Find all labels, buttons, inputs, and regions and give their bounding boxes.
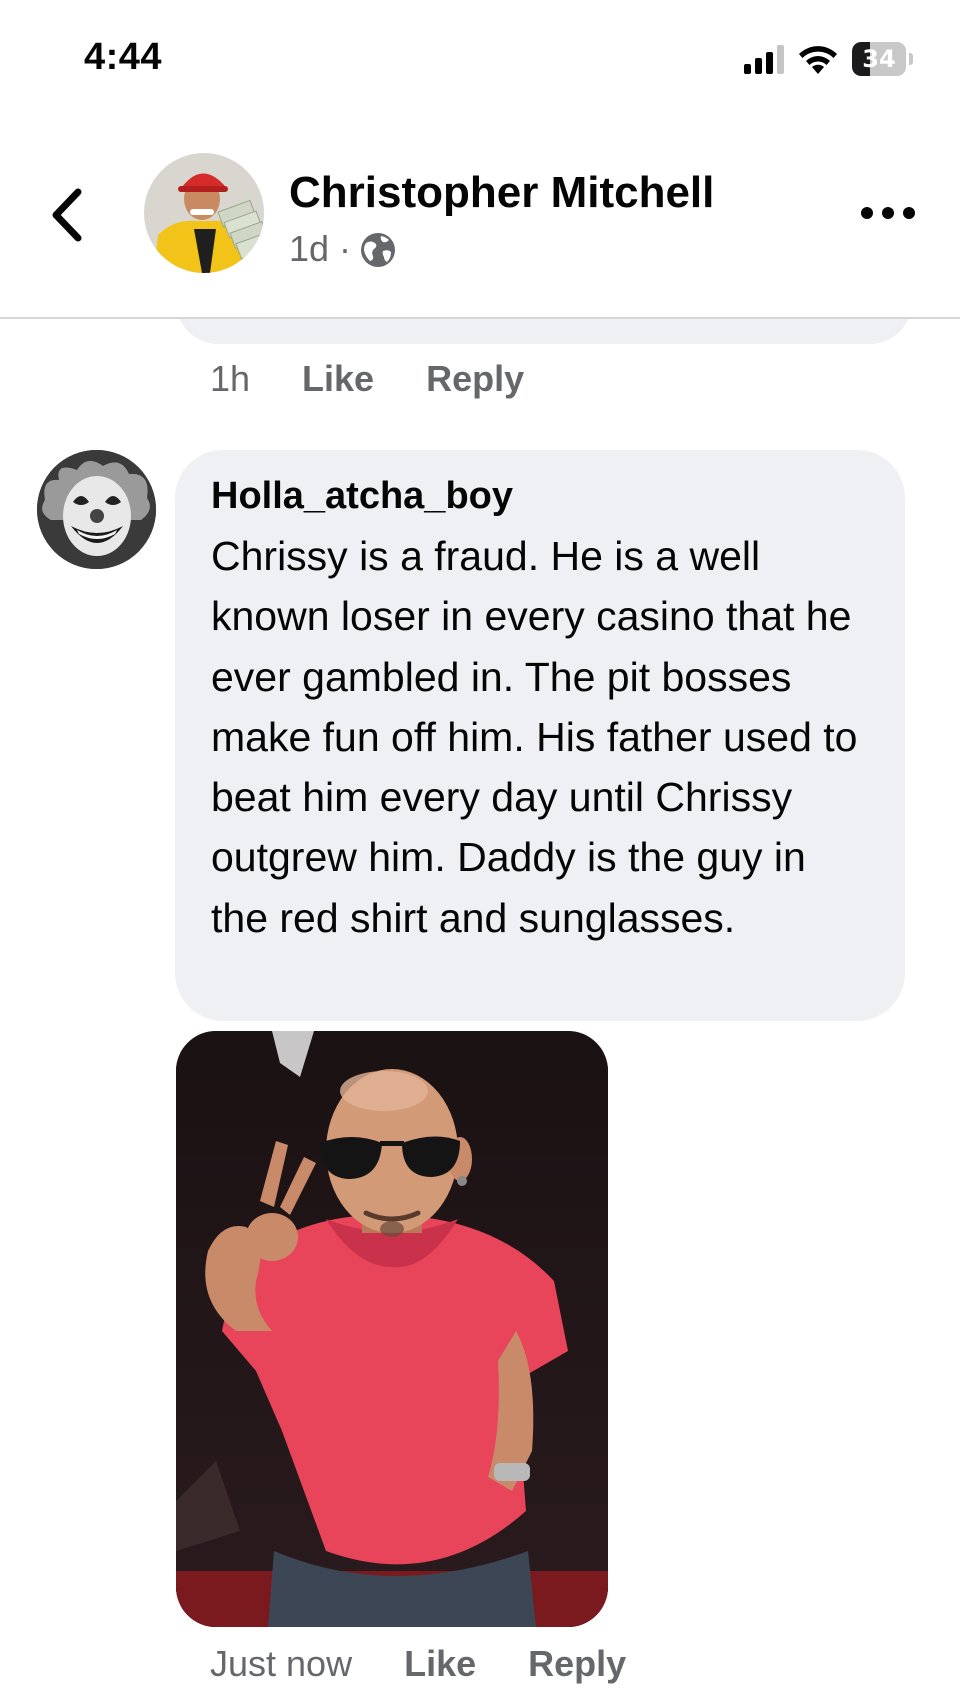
status-time: 4:44 xyxy=(84,36,163,78)
chevron-left-icon xyxy=(52,188,82,242)
previous-reply-button[interactable]: Reply xyxy=(426,358,524,400)
author-name[interactable]: Christopher Mitchell xyxy=(289,168,714,218)
previous-comment-time: 1h xyxy=(210,358,251,399)
author-avatar[interactable] xyxy=(144,153,264,273)
battery-icon: 34 xyxy=(852,42,914,76)
commenter-name[interactable]: Holla_atcha_boy xyxy=(211,474,869,518)
previous-like-button[interactable]: Like xyxy=(302,358,374,400)
comment-time: Just now xyxy=(210,1643,353,1684)
commenter-avatar-image xyxy=(37,450,156,569)
commenter-avatar[interactable] xyxy=(37,450,156,569)
post-header: Christopher Mitchell 1d · xyxy=(0,120,960,319)
cellular-signal-icon xyxy=(744,45,784,74)
wifi-icon xyxy=(799,46,837,74)
back-button[interactable] xyxy=(40,180,100,250)
globe-icon xyxy=(361,233,396,267)
previous-comment-actions: 1h Like Reply xyxy=(210,358,576,400)
meta-separator: · xyxy=(339,228,352,269)
post-age[interactable]: 1d xyxy=(289,228,329,270)
author-avatar-image xyxy=(144,153,264,273)
status-bar: 4:44 34 xyxy=(0,0,960,120)
more-horizontal-icon xyxy=(861,207,915,219)
reply-button[interactable]: Reply xyxy=(528,1643,626,1685)
more-options-button[interactable] xyxy=(860,200,916,226)
comment-text: Chrissy is a fraud. He is a well known l… xyxy=(211,533,858,941)
like-button[interactable]: Like xyxy=(404,1643,476,1685)
comment-photo[interactable] xyxy=(176,1031,608,1627)
battery-percentage: 34 xyxy=(862,45,896,73)
comment-bubble: Holla_atcha_boy Chrissy is a fraud. He i… xyxy=(175,450,905,1021)
comment-actions: Just now Like Reply xyxy=(210,1643,678,1685)
post-meta: 1d · xyxy=(289,228,397,270)
comment-photo-image xyxy=(176,1031,608,1627)
